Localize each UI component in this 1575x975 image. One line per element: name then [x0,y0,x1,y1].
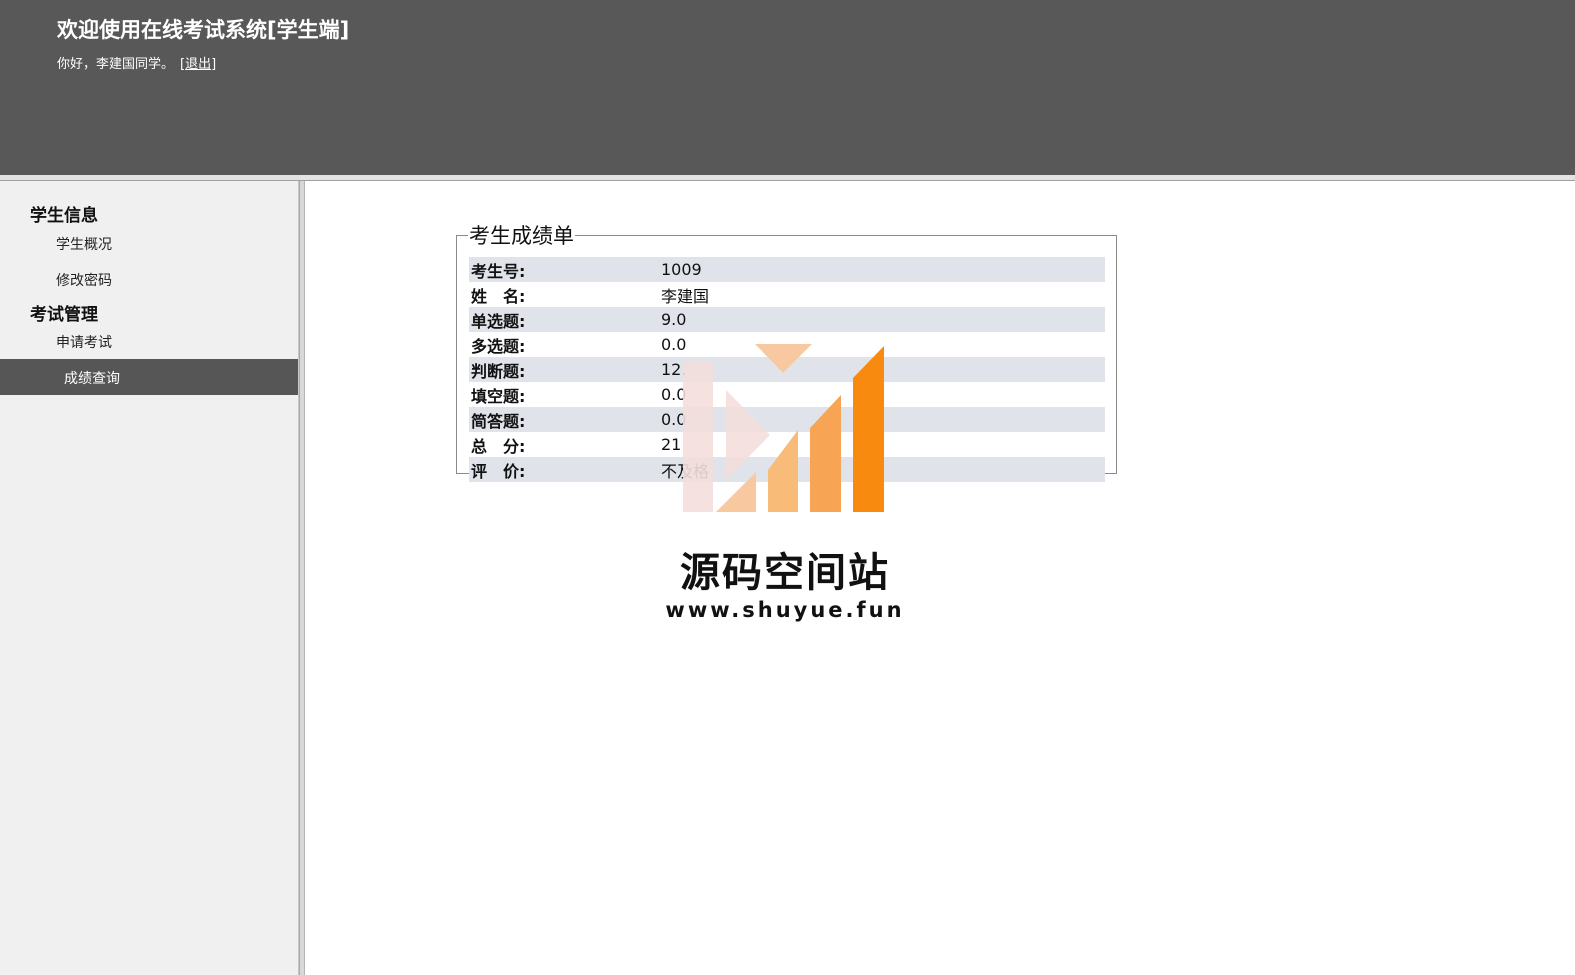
nav-group-student-info: 学生信息 [30,206,98,226]
row-label: 填空题: [471,386,526,406]
watermark-title: 源码空间站 [680,550,890,596]
row-label: 考生号: [469,257,661,282]
row-value: 9.0 [661,307,1105,332]
row-value: 12. [661,357,1105,382]
nav-item-student-overview[interactable]: 学生概况 [56,234,112,254]
nav-item-score-query-label: 成绩查询 [64,371,120,387]
row-label: 姓 名: [471,286,526,306]
score-row-single-choice: 单选题: 9.0 [469,307,1105,332]
score-table: 考生号: 1009 姓 名: 李建国 单选题: 9.0 多选题: 0.0 判断题… [469,257,1105,482]
row-value: 21 [661,435,682,454]
row-label: 多选题: [471,336,526,356]
nav-item-apply-exam[interactable]: 申请考试 [56,332,112,352]
sidebar-splitter[interactable] [299,181,305,975]
app-header: 欢迎使用在线考试系统[学生端] 你好，李建国同学。 [退出] [0,0,1575,175]
row-label: 判断题: [469,357,661,382]
row-value: 李建国 [661,286,710,306]
greeting-text: 你好，李建国同学。 [57,57,175,72]
nav-item-change-password[interactable]: 修改密码 [56,270,112,290]
score-row-name: 姓 名: 李建国 [469,282,1105,307]
score-report-title: 考生成绩单 [469,224,574,248]
row-value: 0.0 [661,407,1105,432]
nav-item-score-query[interactable]: 成绩查询 [0,359,298,395]
score-report-card: 考生成绩单 考生号: 1009 姓 名: 李建国 单选题: 9.0 多选题: 0… [456,220,1117,482]
row-value: 1009 [661,257,1105,282]
score-row-multiple-choice: 多选题: 0.0 [469,332,1105,357]
row-label: 总 分: [471,436,526,456]
row-value: 0.0 [661,385,687,404]
sidebar: 学生信息 学生概况 修改密码 考试管理 申请考试 成绩查询 [0,181,299,975]
score-row-exam-number: 考生号: 1009 [469,257,1105,282]
app-title: 欢迎使用在线考试系统[学生端] [57,18,350,42]
user-greeting: 你好，李建国同学。 [退出] [57,53,216,72]
watermark-url: www.shuyue.fun [665,598,905,622]
row-label: 简答题: [469,407,661,432]
nav-group-exam-management: 考试管理 [30,305,98,325]
score-row-short-answer: 简答题: 0.0 [469,407,1105,432]
logout-bracket-close: ] [211,57,217,72]
score-row-evaluation: 评 价: 不及格 [469,457,1105,482]
score-row-fill-blank: 填空题: 0.0 [469,382,1105,407]
row-label: 单选题: [469,307,661,332]
row-value: 0.0 [661,335,687,354]
score-row-true-false: 判断题: 12. [469,357,1105,382]
score-row-total: 总 分: 21 [469,432,1105,457]
row-label: 评 价: [469,457,661,482]
row-value: 不及格 [661,457,1105,482]
logout-link[interactable]: 退出 [185,57,211,72]
